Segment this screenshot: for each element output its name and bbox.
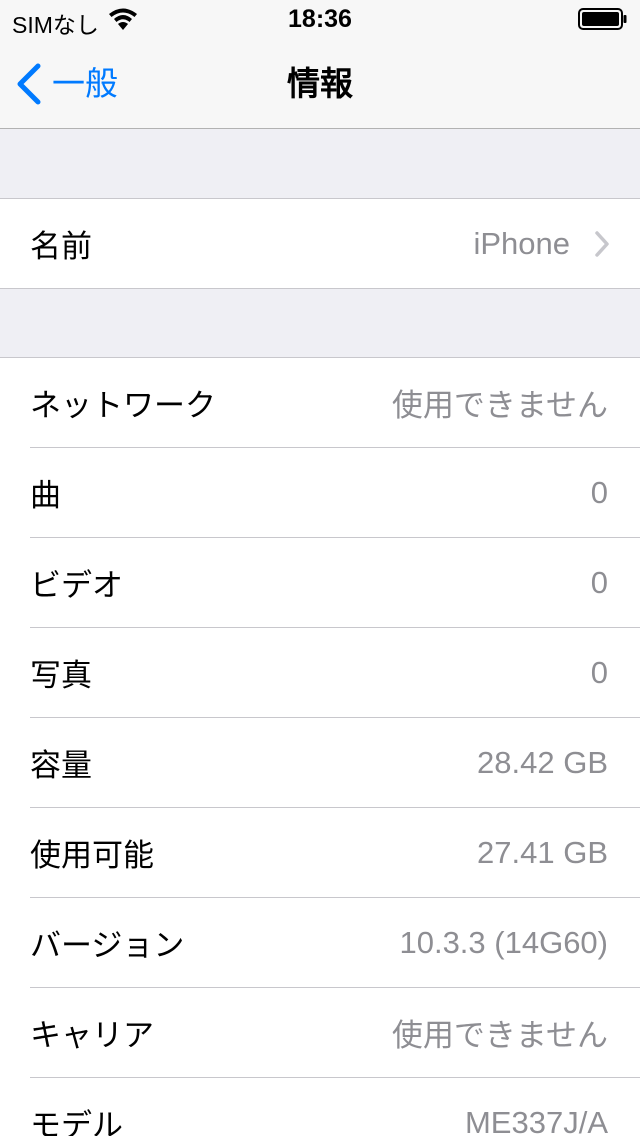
info-row-value: 28.42 GB [477, 744, 608, 780]
chevron-right-icon [595, 230, 609, 257]
info-row-label: ネットワーク [30, 388, 216, 424]
info-row-network: ネットワーク 使用できません [30, 358, 640, 448]
info-row-value: 27.41 GB [477, 834, 608, 870]
navigation-bar: 一般 情報 [0, 40, 640, 129]
info-row-label: キャリア [30, 1018, 154, 1054]
info-row-value: 使用できません [391, 388, 608, 424]
info-row-carrier: キャリア 使用できません [30, 988, 640, 1078]
info-row-label: 使用可能 [30, 838, 154, 874]
info-row-capacity: 容量 28.42 GB [30, 718, 640, 808]
info-row-songs: 曲 0 [30, 448, 640, 538]
info-row-label: モデル [30, 1108, 123, 1136]
name-label: 名前 [30, 229, 92, 265]
info-row-label: ビデオ [30, 568, 123, 604]
page-title: 情報 [287, 64, 353, 103]
info-row-label: 容量 [30, 748, 92, 784]
info-row-value: 0 [590, 564, 608, 600]
battery-icon [578, 8, 627, 30]
info-row-photos: 写真 0 [30, 628, 640, 718]
info-row-model: モデル ME337J/A [30, 1078, 640, 1136]
info-row-label: 曲 [30, 478, 61, 514]
name-group: 名前 iPhone [0, 198, 640, 289]
info-row-value: 0 [590, 474, 608, 510]
info-row-value: 10.3.3 (14G60) [399, 924, 608, 960]
info-row-label: バージョン [30, 928, 185, 964]
info-row-videos: ビデオ 0 [30, 538, 640, 628]
info-row-label: 写真 [30, 658, 92, 694]
info-row-available: 使用可能 27.41 GB [30, 808, 640, 898]
info-group: ネットワーク 使用できません 曲 0 ビデオ 0 写真 0 容量 28.42 G… [0, 357, 640, 1136]
info-row-version: バージョン 10.3.3 (14G60) [30, 898, 640, 988]
info-row-value: 0 [590, 654, 608, 690]
status-time: 18:36 [288, 5, 352, 33]
status-bar: SIMなし 18:36 [0, 0, 640, 40]
name-value: iPhone [473, 225, 570, 261]
screen: SIMなし 18:36 一般 情報 名前 iPhone ネットワーク 使用できま… [0, 0, 640, 1136]
info-row-value: ME337J/A [464, 1104, 608, 1136]
name-row[interactable]: 名前 iPhone [30, 199, 640, 288]
info-row-value: 使用できません [391, 1018, 608, 1054]
